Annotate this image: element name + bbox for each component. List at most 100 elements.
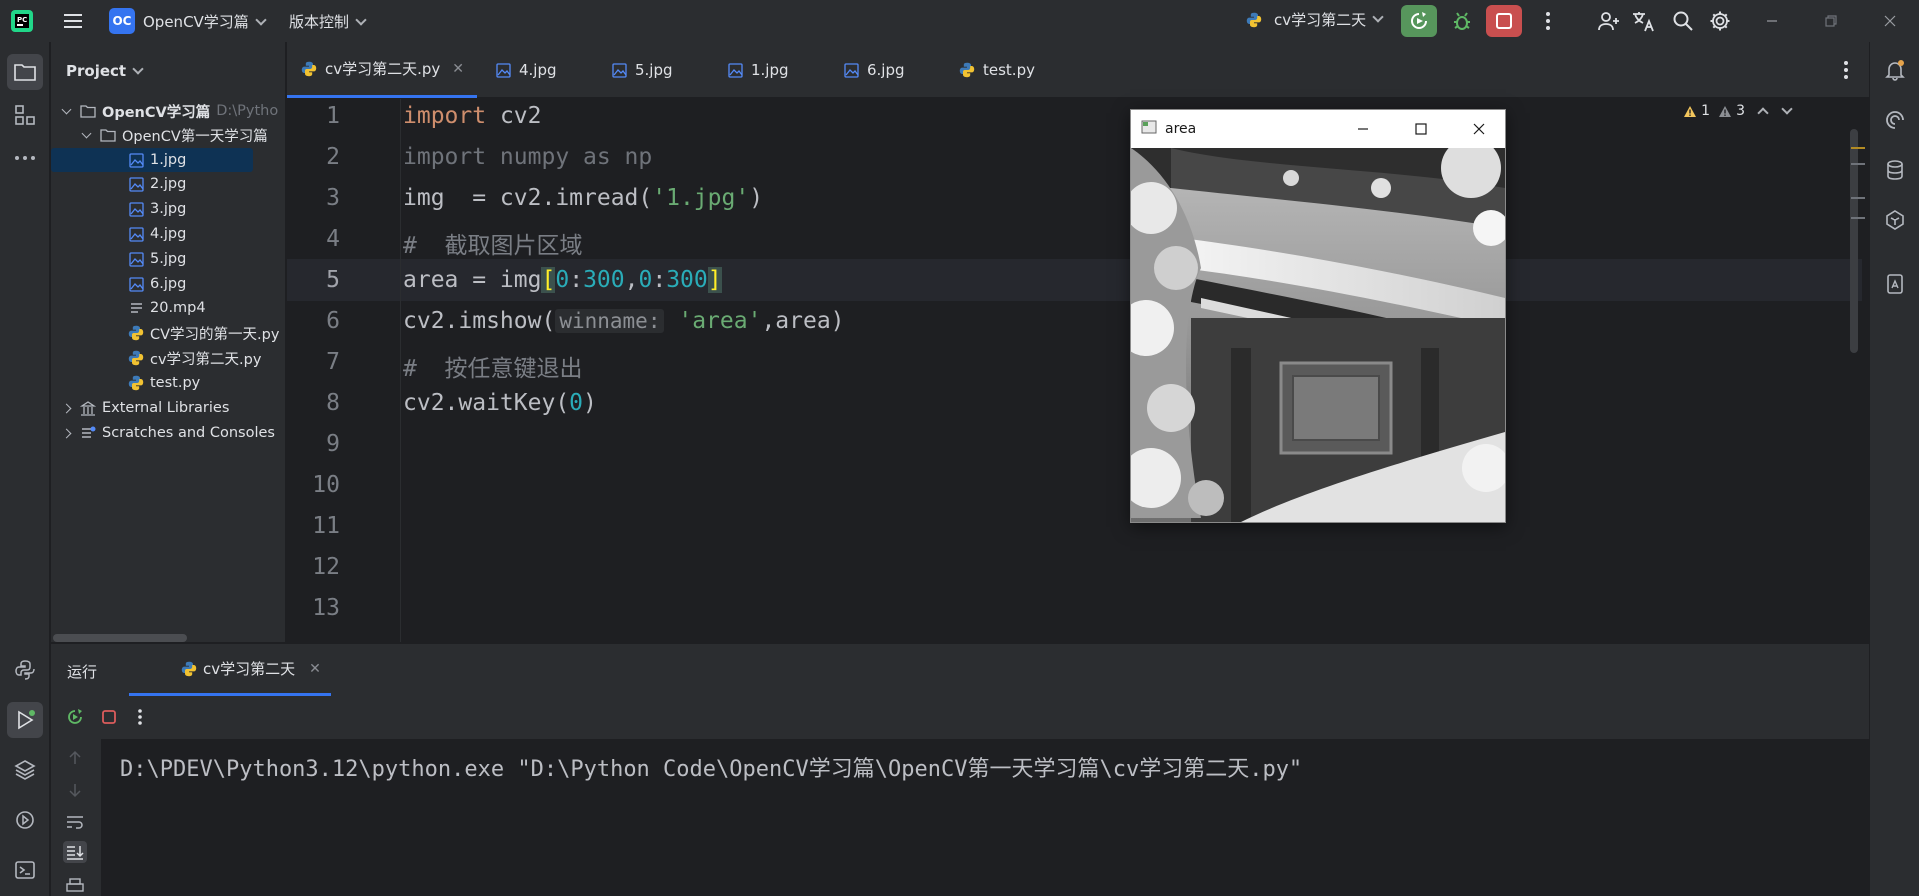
code-line: import cv2 [403,103,542,129]
tree-file-item[interactable]: cv学习第二天.py [51,346,285,370]
warning-marker[interactable] [1851,147,1865,149]
warning-marker[interactable] [1851,197,1865,199]
project-panel-title[interactable]: Project [66,62,144,80]
tree-file-item[interactable]: CV学习的第一天.py [51,321,285,345]
main-menu-icon[interactable] [60,9,86,33]
chevron-down-icon[interactable] [1781,103,1793,115]
cv-close-button[interactable] [1459,116,1499,142]
text-file-icon [128,300,144,316]
tree-file-item[interactable]: test.py [51,371,285,395]
line-number: 8 [326,390,340,416]
line-number: 2 [326,144,340,170]
python-icon [181,661,197,677]
cv-maximize-button[interactable] [1401,116,1441,142]
code-line: img = cv2.imread('1.jpg') [403,185,764,211]
terminal-tool-button[interactable] [7,852,43,888]
run-config-selector[interactable]: cv学习第二天 [1246,9,1384,30]
more-vertical-icon[interactable] [1535,9,1561,33]
run-tab-cv-day2[interactable]: cv学习第二天 ✕ [129,644,331,696]
stop-button[interactable] [98,706,120,728]
window-restore-button[interactable] [1811,8,1851,34]
tree-file-item[interactable]: 5.jpg [51,247,285,271]
expand-arrow-icon [81,128,92,138]
tab-test-py[interactable]: test.py [959,42,1035,98]
arrow-down-icon[interactable] [63,779,87,801]
stop-button[interactable] [1486,5,1522,37]
spiral-icon [1886,111,1904,129]
tree-file-item[interactable]: 1.jpg [51,148,285,172]
tab-1-jpg[interactable]: 1.jpg [727,42,789,98]
tree-root[interactable]: OpenCV学习篇 D:\Pytho [51,99,285,123]
warning-marker[interactable] [1851,163,1865,165]
translate-icon[interactable] [1631,9,1657,33]
cv-minimize-button[interactable] [1343,116,1383,142]
chevron-up-icon[interactable] [1757,107,1769,119]
tree-file-item[interactable]: 2.jpg [51,172,285,196]
line-number: 10 [312,472,340,498]
tab-6-jpg[interactable]: 6.jpg [843,42,905,98]
services-tool-button[interactable] [7,802,43,838]
close-tab-icon[interactable]: ✕ [309,661,321,677]
tabs-more-icon[interactable] [1843,60,1849,84]
close-tab-icon[interactable]: ✕ [452,61,464,77]
notifications-button[interactable] [1881,56,1909,84]
tree-external-libraries[interactable]: External Libraries [51,396,285,420]
image-file-icon [128,276,144,292]
console-output[interactable]: D:\PDEV\Python3.12\python.exe "D:\Python… [101,739,1869,896]
cv-window-titlebar[interactable]: area [1131,110,1505,148]
project-tool-button[interactable] [7,54,43,90]
debug-button[interactable] [1446,7,1478,35]
tree-file-item[interactable]: 20.mp4 [51,296,285,320]
inspection-widget[interactable]: 1 3 [1683,103,1793,119]
more-tools-button[interactable] [7,140,43,176]
project-badge[interactable]: OC [109,8,135,34]
python-console-button[interactable] [7,652,43,688]
tab-cv-day2[interactable]: cv学习第二天.py ✕ [287,42,477,98]
database-button[interactable] [1881,156,1909,184]
line-number: 11 [312,513,340,539]
sciview-button[interactable] [1881,206,1909,234]
tree-scratches[interactable]: Scratches and Consoles [51,421,285,445]
ai-assistant-button[interactable] [1881,106,1909,134]
code-line: import numpy as np [403,144,653,170]
print-icon[interactable] [63,875,87,896]
arrow-up-icon[interactable] [63,747,87,769]
image-file-icon [727,62,743,78]
line-number: 4 [326,226,340,252]
line-number: 3 [326,185,340,211]
add-user-icon[interactable] [1596,9,1622,33]
soft-wrap-icon[interactable] [63,811,87,833]
structure-tool-button[interactable] [7,97,43,133]
project-switcher[interactable]: OpenCV学习篇 [143,11,267,32]
search-icon[interactable] [1670,9,1696,33]
opencv-image-window[interactable]: area [1130,109,1506,523]
stop-icon [1496,13,1512,29]
window-app-icon [1141,120,1157,138]
window-minimize-button[interactable] [1752,8,1792,34]
tree-folder[interactable]: OpenCV第一天学习篇 [51,123,285,147]
tree-file-item[interactable]: 6.jpg [51,272,285,296]
right-tool-strip [1869,42,1919,896]
console-line: D:\PDEV\Python3.12\python.exe "D:\Python… [120,757,1303,782]
scroll-to-end-icon[interactable] [63,841,87,863]
window-close-button[interactable] [1870,8,1910,34]
tab-4-jpg[interactable]: 4.jpg [495,42,557,98]
code-line: area = img[0:300,0:300] [403,267,722,293]
rerun-button[interactable] [1401,5,1437,37]
horizontal-scrollbar[interactable] [53,634,187,642]
line-number-gutter: 1 2 3 4 5 6 7 8 9 10 11 12 13 [287,99,401,642]
run-tool-button[interactable] [7,702,43,738]
more-vertical-icon[interactable] [129,706,151,728]
code-editor[interactable]: 1 2 3 4 5 6 7 8 9 10 11 12 13 import cv2… [287,99,1869,642]
vcs-menu[interactable]: 版本控制 [289,11,367,32]
gear-icon[interactable] [1707,9,1733,33]
tree-file-item[interactable]: 3.jpg [51,197,285,221]
tab-5-jpg[interactable]: 5.jpg [611,42,673,98]
documentation-button[interactable] [1881,270,1909,298]
rerun-button[interactable] [64,706,86,728]
warning-marker[interactable] [1851,217,1865,219]
tree-file-item[interactable]: 4.jpg [51,222,285,246]
folder-icon [14,64,36,81]
run-panel-header: 运行 cv学习第二天 ✕ [51,644,1869,696]
python-packages-button[interactable] [7,752,43,788]
